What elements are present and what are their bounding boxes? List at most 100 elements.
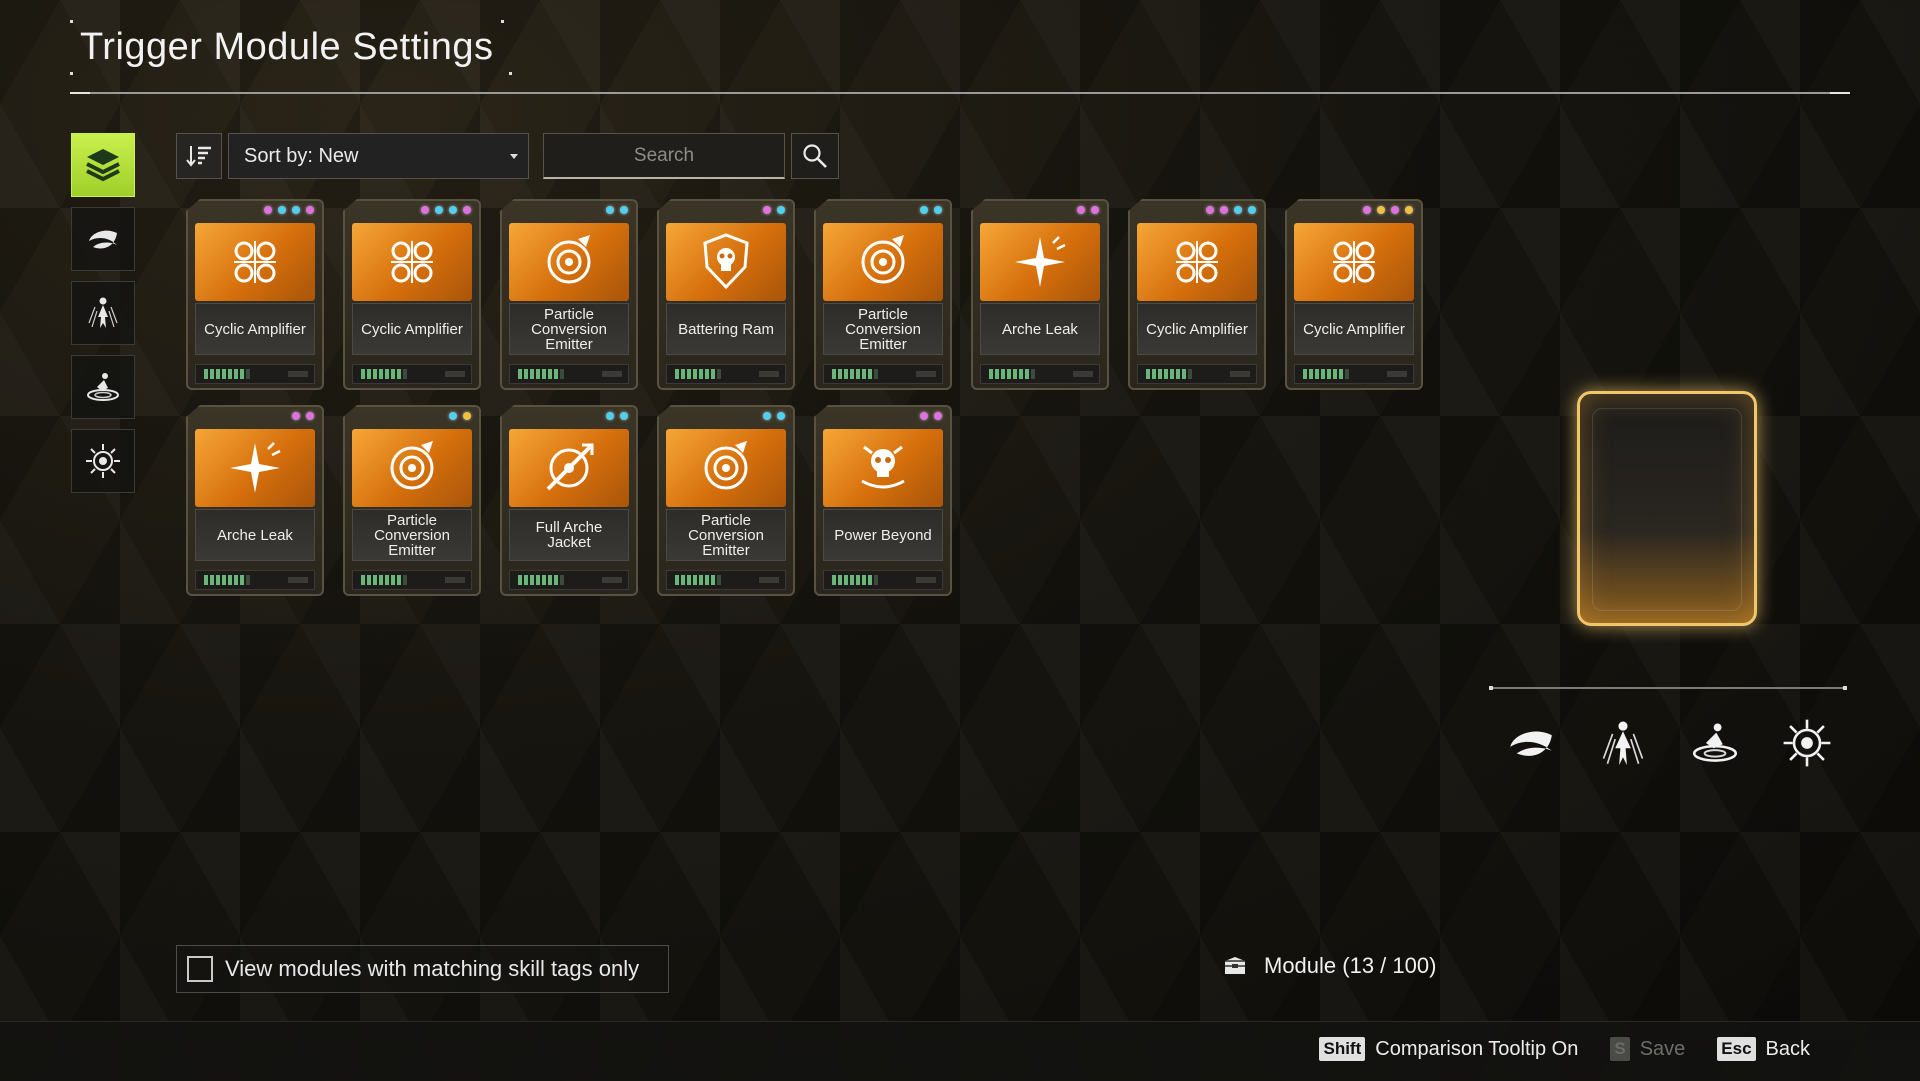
capacity-pip xyxy=(844,575,848,585)
category-burst-button[interactable] xyxy=(71,429,135,493)
crosshair-icon xyxy=(546,443,594,491)
module-capacity-bar xyxy=(509,570,629,590)
module-card[interactable]: Cyclic Amplifier xyxy=(1285,199,1423,390)
title-frame xyxy=(70,72,512,75)
capacity-pip xyxy=(210,575,214,585)
capacity-pip xyxy=(240,369,244,379)
tag-dot xyxy=(606,412,614,420)
capacity-pip xyxy=(1170,369,1174,379)
category-figure-button[interactable] xyxy=(71,281,135,345)
sort-dropdown[interactable]: Sort by: New xyxy=(228,133,529,179)
burst-icon xyxy=(86,444,120,478)
capacity-pip xyxy=(367,369,371,379)
chevron-down-icon xyxy=(510,154,518,159)
module-card[interactable]: Battering Ram xyxy=(657,199,795,390)
module-capacity-bar xyxy=(1294,364,1414,384)
module-art xyxy=(509,429,629,507)
module-card[interactable]: Particle Conversion Emitter xyxy=(814,199,952,390)
capacity-pip xyxy=(518,575,522,585)
module-name: Cyclic Amplifier xyxy=(195,303,315,355)
module-art xyxy=(1294,223,1414,301)
capacity-pip xyxy=(548,575,552,585)
capacity-pip xyxy=(856,575,860,585)
capacity-pip xyxy=(705,575,709,585)
module-tag-dots xyxy=(292,412,314,420)
shift-key: Shift xyxy=(1319,1037,1366,1061)
capacity-pip xyxy=(705,369,709,379)
module-card[interactable]: Arche Leak xyxy=(186,405,324,596)
module-capacity-bar xyxy=(666,570,786,590)
tag-dot xyxy=(463,206,471,214)
module-art xyxy=(195,429,315,507)
search-button[interactable] xyxy=(791,133,839,179)
search-input[interactable] xyxy=(543,133,785,179)
capacity-pip xyxy=(1309,369,1313,379)
search-icon xyxy=(803,144,827,168)
tag-dot xyxy=(278,206,286,214)
capacity-pip xyxy=(234,575,238,585)
capacity-pip xyxy=(1164,369,1168,379)
capacity-pip xyxy=(536,575,540,585)
capacity-pip xyxy=(838,369,842,379)
matching-tags-checkbox[interactable] xyxy=(187,956,213,982)
module-card[interactable]: Power Beyond xyxy=(814,405,952,596)
tag-dot xyxy=(306,206,314,214)
module-card[interactable]: Cyclic Amplifier xyxy=(186,199,324,390)
tag-dot xyxy=(1391,206,1399,214)
tag-dot xyxy=(264,206,272,214)
module-art xyxy=(352,429,472,507)
category-swirl-button[interactable] xyxy=(71,355,135,419)
capacity-pip xyxy=(862,575,866,585)
capacity-pip xyxy=(681,575,685,585)
module-card[interactable]: Arche Leak xyxy=(971,199,1109,390)
module-tag-dots xyxy=(763,412,785,420)
capacity-pip xyxy=(699,575,703,585)
capacity-pip xyxy=(874,369,878,379)
module-capacity-bar xyxy=(195,570,315,590)
capacity-pip xyxy=(1315,369,1319,379)
category-column xyxy=(71,133,135,503)
module-name: Battering Ram xyxy=(666,303,786,355)
comparison-tooltip-toggle[interactable]: Comparison Tooltip On xyxy=(1375,1038,1578,1061)
category-crescent-button[interactable] xyxy=(71,207,135,271)
module-name: Power Beyond xyxy=(823,509,943,561)
tag-dot xyxy=(421,206,429,214)
module-card[interactable]: Particle Conversion Emitter xyxy=(500,199,638,390)
sort-direction-button[interactable] xyxy=(176,133,222,179)
module-tag-dots xyxy=(1077,206,1099,214)
save-button[interactable]: Save xyxy=(1640,1038,1686,1061)
skill-tag-figure xyxy=(1596,716,1650,770)
page-title-wrap: Trigger Module Settings xyxy=(70,20,504,75)
capacity-pip xyxy=(542,575,546,585)
page-title: Trigger Module Settings xyxy=(70,20,504,75)
capacity-pip xyxy=(1339,369,1343,379)
capacity-pip xyxy=(1182,369,1186,379)
module-tag-dots xyxy=(264,206,314,214)
capacity-pip xyxy=(850,369,854,379)
tag-dot xyxy=(1248,206,1256,214)
category-all-button[interactable] xyxy=(71,133,135,197)
module-count-label: Module (13 / 100) xyxy=(1264,953,1437,978)
tag-dot xyxy=(435,206,443,214)
capacity-pip xyxy=(560,369,564,379)
module-card[interactable]: Cyclic Amplifier xyxy=(1128,199,1266,390)
module-name: Particle Conversion Emitter xyxy=(509,303,629,355)
tag-dot xyxy=(920,206,928,214)
back-button[interactable]: Back xyxy=(1766,1038,1810,1061)
capacity-pip xyxy=(832,575,836,585)
module-tag-dots xyxy=(421,206,471,214)
capacity-pip xyxy=(524,369,528,379)
equipped-module-slot[interactable] xyxy=(1577,391,1757,626)
tag-dot xyxy=(1363,206,1371,214)
module-card[interactable]: Full Arche Jacket xyxy=(500,405,638,596)
matching-tags-filter[interactable]: View modules with matching skill tags on… xyxy=(176,945,669,993)
capacity-pip xyxy=(1031,369,1035,379)
module-card[interactable]: Cyclic Amplifier xyxy=(343,199,481,390)
sort-descending-icon xyxy=(186,146,211,167)
module-card[interactable]: Particle Conversion Emitter xyxy=(343,405,481,596)
target-icon xyxy=(390,441,434,490)
capacity-pip xyxy=(868,369,872,379)
module-card[interactable]: Particle Conversion Emitter xyxy=(657,405,795,596)
module-capacity-bar xyxy=(352,570,472,590)
capacity-pip xyxy=(699,369,703,379)
